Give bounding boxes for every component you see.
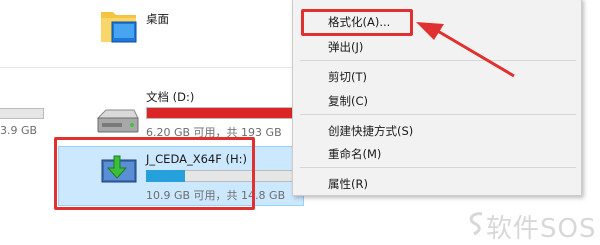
section-divider — [0, 67, 300, 68]
watermark-text: 软件SOS — [486, 214, 597, 244]
menu-item-create-shortcut[interactable]: 创建快捷方式(S) — [328, 123, 413, 139]
drive-d-label[interactable]: 文档 (D:) — [146, 89, 194, 105]
desktop-label[interactable]: 桌面 — [146, 11, 169, 27]
menu-item-copy[interactable]: 复制(C) — [328, 93, 368, 109]
left-drive-size-text: 3.9 GB — [0, 124, 38, 137]
menu-item-cut[interactable]: 剪切(T) — [328, 69, 367, 85]
menu-item-eject[interactable]: 弹出(J) — [328, 39, 363, 55]
hard-drive-icon[interactable] — [94, 108, 140, 138]
menu-item-properties[interactable]: 属性(R) — [328, 176, 368, 192]
format-highlight-box — [301, 9, 413, 36]
menu-item-rename[interactable]: 重命名(M) — [328, 146, 381, 162]
usb-highlight-box — [54, 137, 255, 210]
swirl-logo-icon — [466, 210, 488, 238]
annotation-arrow-icon — [410, 18, 520, 80]
drive-d-usage-bar — [146, 107, 306, 119]
desktop-folder-icon[interactable] — [98, 6, 140, 46]
left-drive-usage-bar — [0, 108, 44, 119]
menu-separator — [300, 114, 576, 115]
menu-separator — [300, 167, 576, 168]
